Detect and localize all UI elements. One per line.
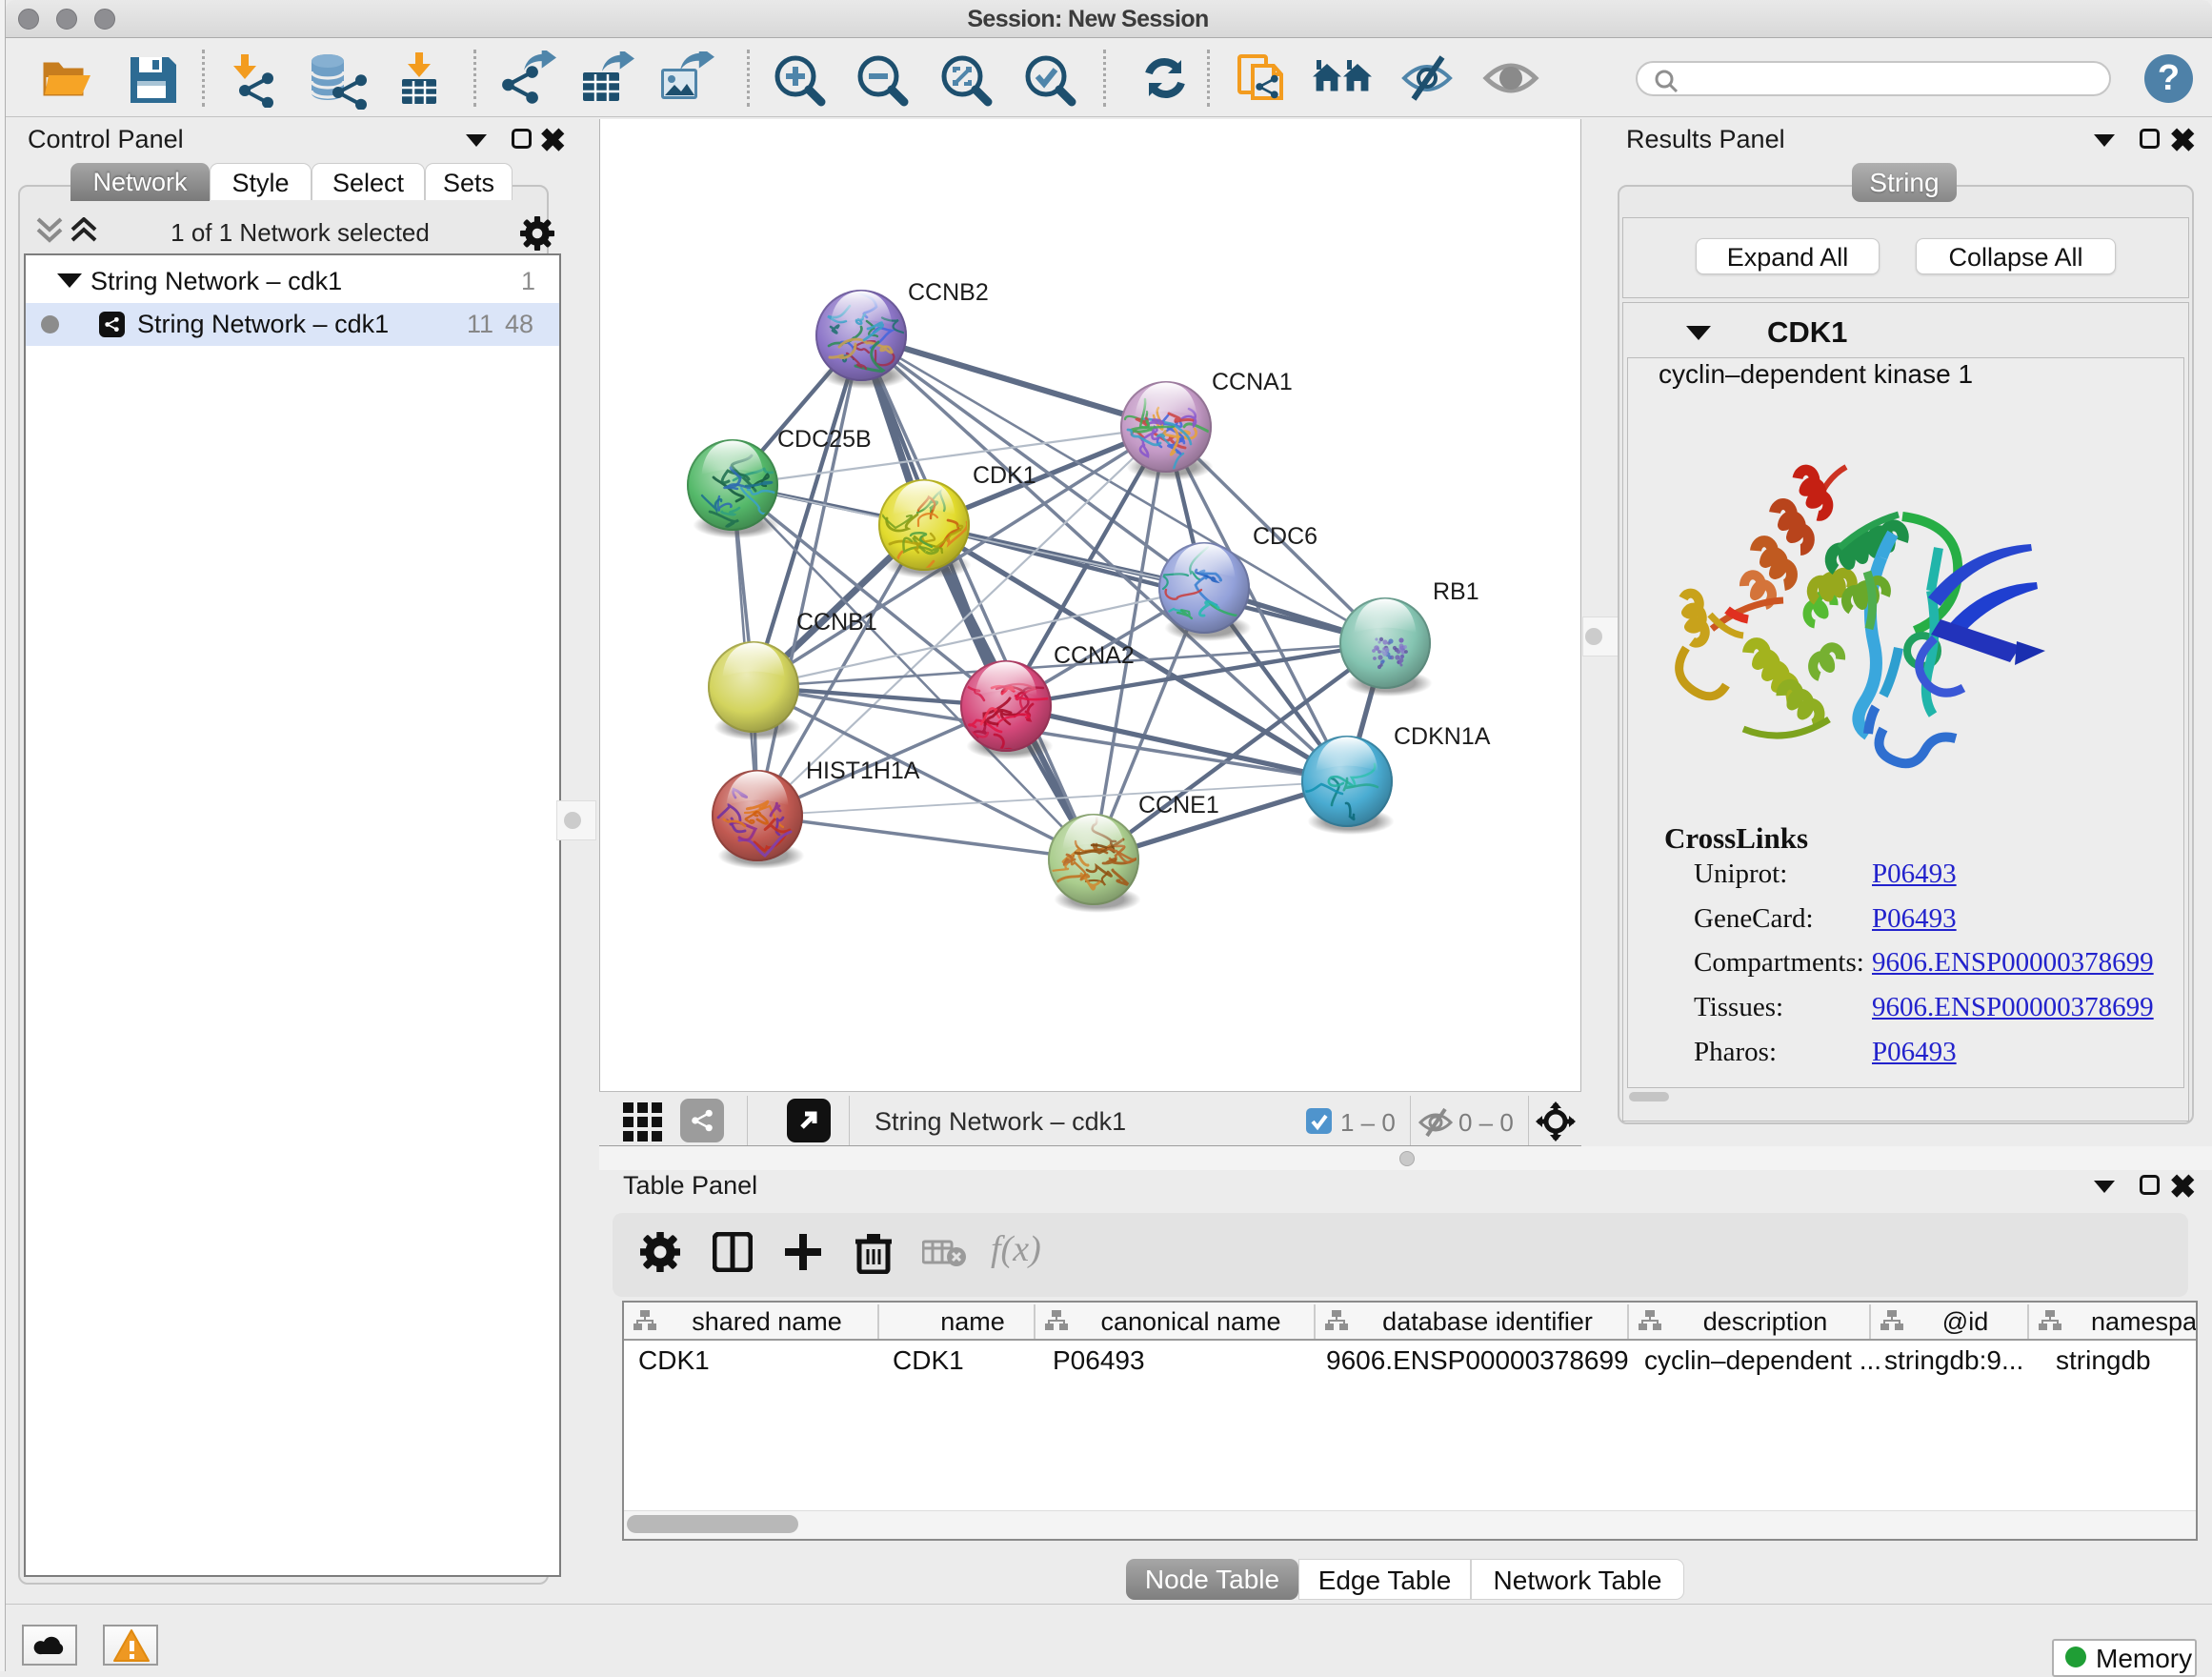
svg-text:CCNA1: CCNA1 <box>1212 369 1293 395</box>
svg-text:CCNE1: CCNE1 <box>1138 792 1219 818</box>
svg-text:CCNB1: CCNB1 <box>796 609 877 636</box>
svg-text:CDK1: CDK1 <box>973 462 1036 489</box>
svg-text:CCNA2: CCNA2 <box>1054 642 1135 669</box>
svg-text:RB1: RB1 <box>1433 578 1479 605</box>
svg-text:CDKN1A: CDKN1A <box>1394 723 1491 750</box>
svg-text:CDC25B: CDC25B <box>777 426 872 453</box>
svg-text:CDC6: CDC6 <box>1253 523 1317 550</box>
svg-text:HIST1H1A: HIST1H1A <box>806 758 920 784</box>
svg-text:CCNB2: CCNB2 <box>908 279 989 306</box>
